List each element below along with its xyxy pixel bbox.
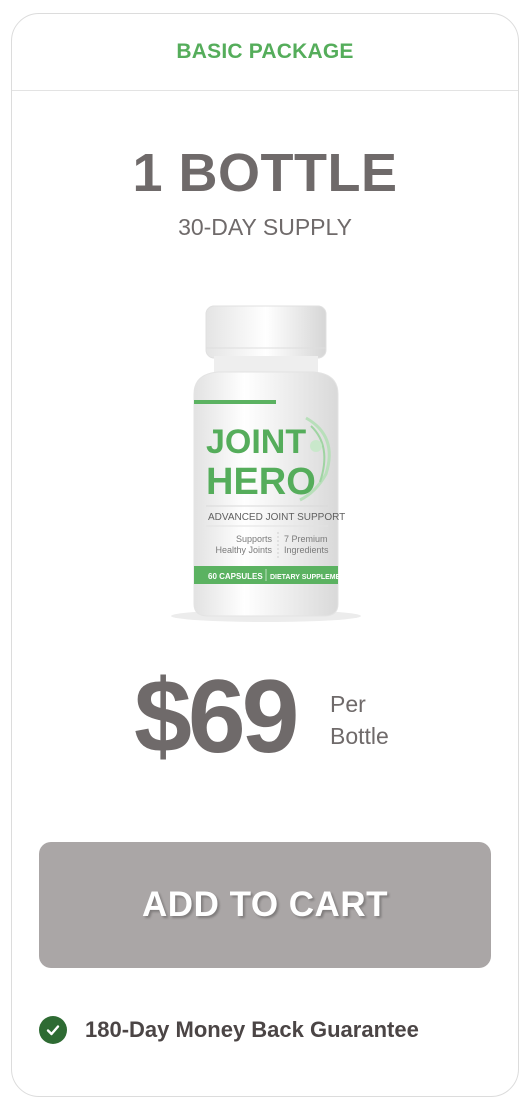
bottle-feature-left-1: Supports — [236, 534, 273, 544]
supply-label: 30-DAY SUPPLY — [178, 214, 352, 240]
guarantee: 180-Day Money Back Guarantee — [39, 1016, 419, 1044]
add-to-cart-label: ADD TO CART — [142, 885, 388, 924]
guarantee-text: 180-Day Money Back Guarantee — [85, 1017, 419, 1042]
price-per-line2: Bottle — [330, 723, 389, 749]
check-circle-icon — [39, 1016, 67, 1044]
price-amount: $69 — [134, 659, 300, 775]
bottle-band-left: 60 CAPSULES — [208, 572, 263, 581]
package-card: BASIC PACKAGE 1 BOTTLE 30-DAY SUPPLY JOI… — [11, 13, 519, 1097]
product-bottle-image: JOINT HERO ADVANCED JOINT SUPPORT Suppor… — [156, 286, 376, 626]
bottle-brand-line2: HERO — [206, 461, 316, 503]
bottle-feature-right-1: 7 Premium — [284, 534, 328, 544]
bottle-feature-left-2: Healthy Joints — [215, 545, 272, 555]
bottle-feature-right-2: Ingredients — [284, 545, 329, 555]
bottle-tagline: ADVANCED JOINT SUPPORT — [208, 512, 345, 523]
price-per-line1: Per — [330, 691, 366, 717]
quantity-title: 1 BOTTLE — [132, 143, 398, 203]
price-per-unit: Per Bottle — [330, 688, 389, 752]
package-label: BASIC PACKAGE — [176, 40, 354, 63]
card-header: BASIC PACKAGE — [12, 14, 518, 91]
bottle-band-right: DIETARY SUPPLEMENT — [270, 574, 350, 581]
bottle-illustration: JOINT HERO ADVANCED JOINT SUPPORT Suppor… — [171, 305, 361, 622]
add-to-cart-button[interactable]: ADD TO CART — [39, 842, 491, 968]
price-row: $69 Per Bottle — [12, 662, 518, 772]
bottle-brand-line1: JOINT — [206, 423, 306, 461]
